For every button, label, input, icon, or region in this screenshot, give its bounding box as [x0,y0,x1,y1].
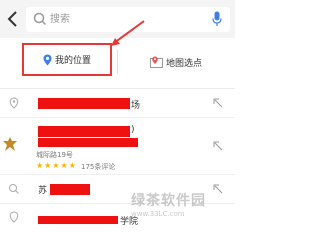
redacted-name [38,126,130,137]
place-name-suffix: 场 [131,101,141,111]
search-icon [33,12,47,26]
star-icon: ★ [36,161,44,170]
divider [117,50,118,74]
redacted-name [38,216,118,224]
location-history-icon [9,97,19,109]
map-pick-button[interactable]: 地图选点 [150,50,230,74]
watermark-url: www.33LC.com [131,210,185,218]
my-location-button[interactable]: 我的位置 [22,43,112,76]
microphone-icon[interactable] [212,11,222,27]
back-arrow-icon[interactable] [6,10,20,28]
fill-search-arrow-icon[interactable] [213,98,223,108]
star-icon: ★ [68,161,76,170]
redacted-name [50,184,90,195]
place-name-suffix: ) [131,125,135,135]
place-name-prefix: 苏 [38,186,48,196]
my-location-label: 我的位置 [54,56,91,66]
map-pin-icon [150,56,163,68]
map-pick-label: 地图选点 [166,58,203,69]
list-item[interactable]: 场 [0,89,235,118]
annotation-arrow-icon [111,20,145,46]
star-icon: ★ [52,161,60,170]
watermark: 绿茶软件园 www.33LC.com [131,190,231,220]
location-history-icon [9,211,19,223]
list-item[interactable]: ) 城际路19号 ★ ★ ★ ★ ★ 175条评论 [0,118,235,175]
star-icon: ★ [44,161,52,170]
fill-search-arrow-icon[interactable] [213,141,223,151]
star-icon: ★ [60,161,68,170]
rating-stars: ★ ★ ★ ★ ★ [36,162,76,170]
search-history-icon [9,184,19,194]
redacted-detail [38,138,138,147]
review-count: 175条评论 [81,163,116,171]
location-pin-icon [43,54,52,65]
redacted-name [38,98,130,109]
leaf-thumbnail-icon [3,137,17,151]
watermark-title: 绿茶软件园 [131,193,206,209]
place-address: 城际路19号 [36,151,73,159]
